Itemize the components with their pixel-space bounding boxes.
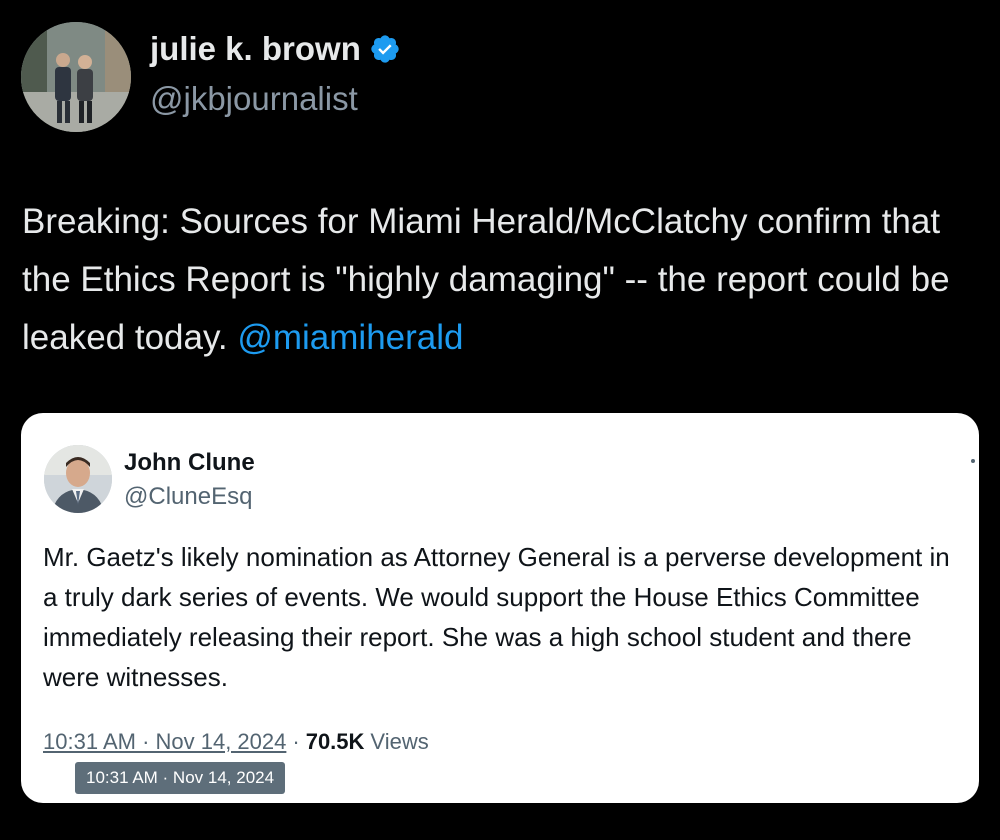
author-handle[interactable]: @jkbjournalist bbox=[150, 80, 358, 118]
author-name-row[interactable]: julie k. brown bbox=[150, 30, 401, 68]
tweet-body: Breaking: Sources for Miami Herald/McCla… bbox=[22, 202, 950, 357]
views-count: 70.5K bbox=[305, 729, 365, 754]
timestamp-link[interactable]: 10:31 AM · Nov 14, 2024 bbox=[43, 729, 286, 755]
tweet-text: Breaking: Sources for Miami Herald/McCla… bbox=[22, 193, 982, 367]
meta-separator: · bbox=[292, 729, 300, 754]
views-label: Views bbox=[370, 729, 429, 754]
verified-badge-icon bbox=[369, 33, 401, 65]
timestamp-tooltip: 10:31 AM · Nov 14, 2024 bbox=[75, 762, 286, 794]
quoted-tweet-meta: 10:31 AM · Nov 14, 2024 · 70.5K Views bbox=[43, 729, 429, 755]
author-avatar[interactable] bbox=[21, 22, 131, 132]
quoted-tweet-card[interactable]: John Clune @CluneEsq Mr. Gaetz's likely … bbox=[21, 413, 979, 803]
quoted-tweet-text: Mr. Gaetz's likely nomination as Attorne… bbox=[43, 542, 950, 692]
author-display-name[interactable]: julie k. brown bbox=[150, 30, 361, 68]
quoted-author-avatar[interactable] bbox=[44, 445, 112, 513]
more-options-icon[interactable] bbox=[971, 459, 975, 463]
mention-link[interactable]: @miamiherald bbox=[237, 318, 463, 357]
quoted-author-handle[interactable]: @CluneEsq bbox=[124, 483, 252, 511]
quoted-author-name[interactable]: John Clune bbox=[124, 449, 255, 477]
